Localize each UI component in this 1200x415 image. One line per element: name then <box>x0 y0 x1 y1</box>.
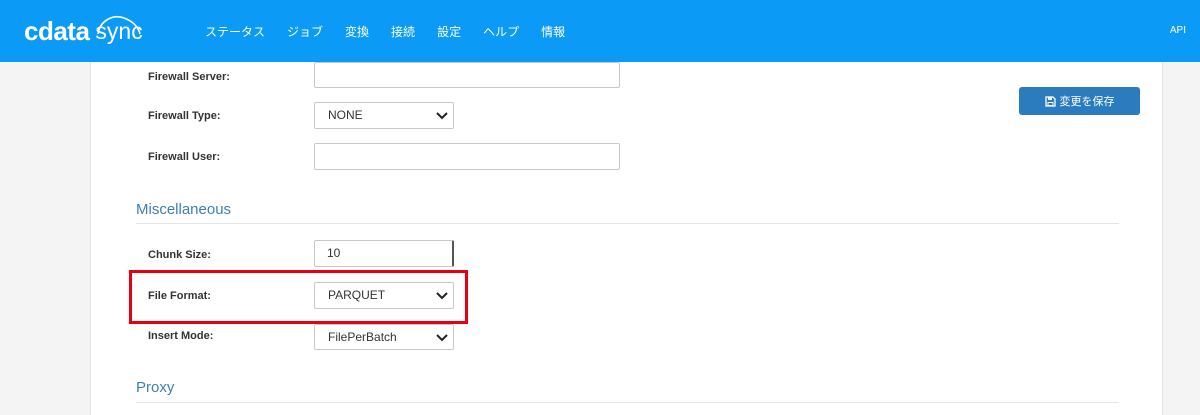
api-link[interactable]: API <box>1170 25 1186 36</box>
section-title-proxy: Proxy <box>136 379 175 396</box>
insert-mode-select[interactable]: FilePerBatch <box>314 324 454 350</box>
nav-item-info[interactable]: 情報 <box>541 23 565 40</box>
save-button-label: 変更を保存 <box>1059 95 1115 108</box>
file-format-label: File Format: <box>148 290 211 302</box>
logo-brand-text: cdata <box>24 15 90 46</box>
firewall-user-label: Firewall User: <box>148 151 221 163</box>
firewall-type-label: Firewall Type: <box>148 110 221 122</box>
firewall-user-input[interactable] <box>314 143 620 170</box>
section-divider <box>136 223 1119 224</box>
section-title-miscellaneous: Miscellaneous <box>136 201 232 218</box>
chevron-down-icon <box>436 112 448 120</box>
nav-item-jobs[interactable]: ジョブ <box>287 23 323 40</box>
firewall-server-label: Firewall Server: <box>148 71 230 83</box>
section-divider <box>136 402 1119 403</box>
nav-item-connections[interactable]: 接続 <box>391 23 415 40</box>
logo-cloud-arc-icon <box>97 16 141 35</box>
file-format-select[interactable]: PARQUET <box>314 282 454 309</box>
nav-item-settings[interactable]: 設定 <box>437 23 461 40</box>
nav-item-status[interactable]: ステータス <box>205 23 265 40</box>
firewall-type-value: NONE <box>328 108 363 122</box>
chunk-size-label: Chunk Size: <box>148 249 211 261</box>
nav-item-help[interactable]: ヘルプ <box>483 23 519 40</box>
chevron-down-icon <box>436 334 448 342</box>
chunk-size-input[interactable]: 10 <box>314 240 454 267</box>
main-nav: ステータス ジョブ 変換 接続 設定 ヘルプ 情報 <box>205 0 587 62</box>
chevron-down-icon <box>436 292 448 300</box>
insert-mode-label: Insert Mode: <box>148 330 214 342</box>
save-changes-button[interactable]: 変更を保存 <box>1019 87 1140 115</box>
insert-mode-value: FilePerBatch <box>328 330 397 344</box>
firewall-type-select[interactable]: NONE <box>314 102 454 129</box>
settings-panel: Firewall Server: Firewall Type: NONE Fir… <box>90 62 1163 415</box>
top-navigation-bar: cdata sync ステータス ジョブ 変換 接続 設定 ヘルプ 情報 API <box>0 0 1200 62</box>
nav-item-transform[interactable]: 変換 <box>345 23 369 40</box>
cdata-sync-logo[interactable]: cdata sync <box>24 14 146 48</box>
file-format-value: PARQUET <box>328 288 386 302</box>
floppy-disk-icon <box>1044 95 1056 107</box>
firewall-server-input[interactable] <box>314 62 620 88</box>
